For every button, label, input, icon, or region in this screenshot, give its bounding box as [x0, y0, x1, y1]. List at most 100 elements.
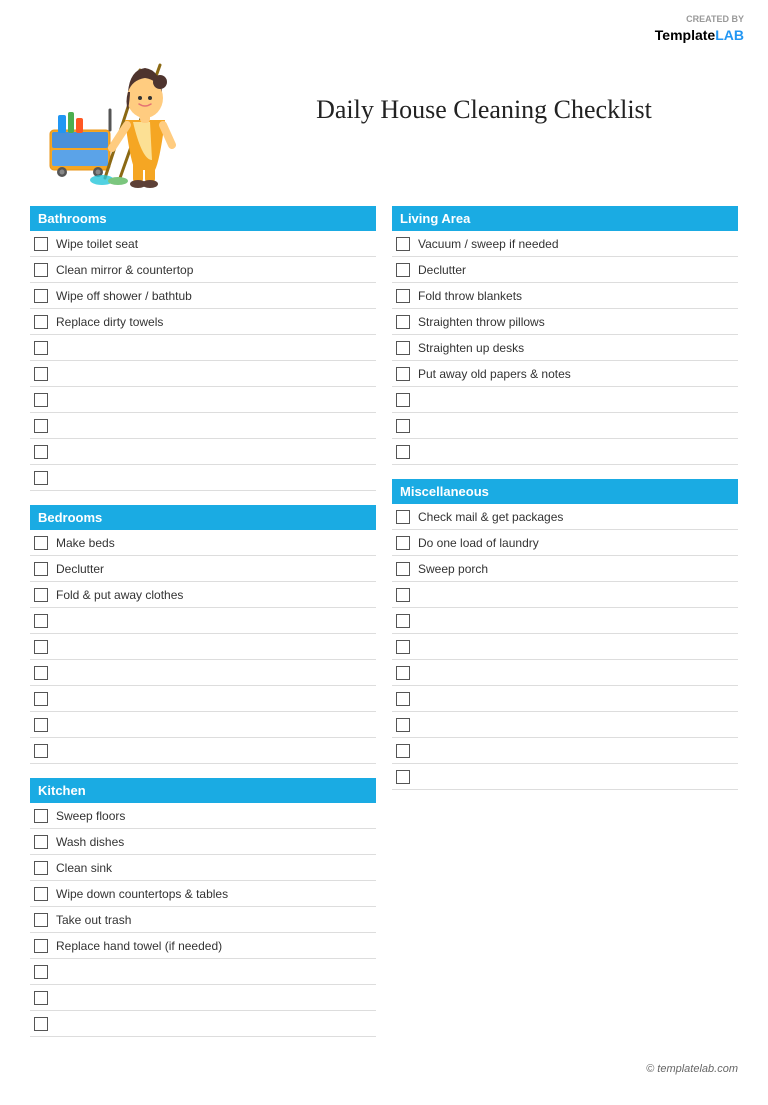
- checklist-row: Sweep floors: [30, 803, 376, 829]
- checklist-row: Straighten throw pillows: [392, 309, 738, 335]
- checklist-row: [392, 413, 738, 439]
- row-text: Make beds: [56, 536, 372, 550]
- checkbox[interactable]: [396, 341, 410, 355]
- checkbox[interactable]: [34, 835, 48, 849]
- section-header-living-area: Living Area: [392, 206, 738, 231]
- checkbox[interactable]: [34, 1017, 48, 1031]
- checklist-row: [30, 361, 376, 387]
- checkbox[interactable]: [396, 692, 410, 706]
- checkbox[interactable]: [396, 510, 410, 524]
- checkbox[interactable]: [34, 809, 48, 823]
- checkbox[interactable]: [34, 965, 48, 979]
- checkbox[interactable]: [396, 588, 410, 602]
- checkbox[interactable]: [34, 692, 48, 706]
- section-header-miscellaneous: Miscellaneous: [392, 479, 738, 504]
- checklist-row: Put away old papers & notes: [392, 361, 738, 387]
- checklist-row: [30, 660, 376, 686]
- checklist-row: [30, 608, 376, 634]
- section-header-bedrooms: Bedrooms: [30, 505, 376, 530]
- checkbox[interactable]: [34, 913, 48, 927]
- checklist-row: [30, 985, 376, 1011]
- checklist-grid: BathroomsWipe toilet seatClean mirror & …: [30, 206, 738, 1051]
- row-text: Take out trash: [56, 913, 372, 927]
- row-text: Fold & put away clothes: [56, 588, 372, 602]
- checkbox[interactable]: [396, 445, 410, 459]
- checkbox[interactable]: [34, 237, 48, 251]
- row-text: Wipe off shower / bathtub: [56, 289, 372, 303]
- row-text: Put away old papers & notes: [418, 367, 734, 381]
- checkbox[interactable]: [34, 939, 48, 953]
- checkbox[interactable]: [34, 289, 48, 303]
- row-text: Clean sink: [56, 861, 372, 875]
- row-text: Wash dishes: [56, 835, 372, 849]
- checkbox[interactable]: [34, 445, 48, 459]
- row-text: Straighten up desks: [418, 341, 734, 355]
- checkbox[interactable]: [34, 991, 48, 1005]
- checklist-row: [392, 764, 738, 790]
- checkbox[interactable]: [34, 393, 48, 407]
- checklist-row: [392, 738, 738, 764]
- row-text: Replace hand towel (if needed): [56, 939, 372, 953]
- checklist-row: Declutter: [392, 257, 738, 283]
- row-text: Do one load of laundry: [418, 536, 734, 550]
- checkbox[interactable]: [396, 289, 410, 303]
- checklist-row: [30, 387, 376, 413]
- checkbox[interactable]: [396, 419, 410, 433]
- checkbox[interactable]: [396, 614, 410, 628]
- checkbox[interactable]: [34, 341, 48, 355]
- section-header-bathrooms: Bathrooms: [30, 206, 376, 231]
- checkbox[interactable]: [396, 562, 410, 576]
- title-area: Daily House Cleaning Checklist: [210, 95, 738, 125]
- checkbox[interactable]: [34, 315, 48, 329]
- checklist-row: [392, 582, 738, 608]
- checkbox[interactable]: [34, 666, 48, 680]
- checklist-row: [392, 686, 738, 712]
- checklist-row: Take out trash: [30, 907, 376, 933]
- checklist-row: Wash dishes: [30, 829, 376, 855]
- checkbox[interactable]: [396, 315, 410, 329]
- checkbox[interactable]: [34, 562, 48, 576]
- row-text: Vacuum / sweep if needed: [418, 237, 734, 251]
- row-text: Sweep porch: [418, 562, 734, 576]
- checkbox[interactable]: [396, 536, 410, 550]
- section-header-kitchen: Kitchen: [30, 778, 376, 803]
- checklist-row: [30, 439, 376, 465]
- checkbox[interactable]: [396, 718, 410, 732]
- checkbox[interactable]: [396, 393, 410, 407]
- checkbox[interactable]: [34, 887, 48, 901]
- checkbox[interactable]: [34, 718, 48, 732]
- checklist-row: [392, 439, 738, 465]
- checklist-row: Make beds: [30, 530, 376, 556]
- checkbox[interactable]: [34, 536, 48, 550]
- checklist-row: Wipe down countertops & tables: [30, 881, 376, 907]
- checklist-row: [30, 465, 376, 491]
- checkbox[interactable]: [34, 471, 48, 485]
- checklist-row: [30, 413, 376, 439]
- checkbox[interactable]: [34, 744, 48, 758]
- checkbox[interactable]: [396, 744, 410, 758]
- checkbox[interactable]: [396, 263, 410, 277]
- checklist-row: Fold throw blankets: [392, 283, 738, 309]
- section-bathrooms: BathroomsWipe toilet seatClean mirror & …: [30, 206, 376, 491]
- checkbox[interactable]: [34, 640, 48, 654]
- checkbox[interactable]: [34, 614, 48, 628]
- checkbox[interactable]: [396, 640, 410, 654]
- checkbox[interactable]: [396, 237, 410, 251]
- column-left: BathroomsWipe toilet seatClean mirror & …: [30, 206, 376, 1051]
- checklist-row: Fold & put away clothes: [30, 582, 376, 608]
- checklist-row: Declutter: [30, 556, 376, 582]
- checkbox[interactable]: [34, 419, 48, 433]
- checkbox[interactable]: [34, 263, 48, 277]
- checkbox[interactable]: [34, 588, 48, 602]
- checklist-row: [392, 660, 738, 686]
- checkbox[interactable]: [34, 861, 48, 875]
- illustration: [30, 30, 210, 190]
- checkbox[interactable]: [34, 367, 48, 381]
- checkbox[interactable]: [396, 666, 410, 680]
- checklist-row: Wipe toilet seat: [30, 231, 376, 257]
- checkbox[interactable]: [396, 367, 410, 381]
- checklist-row: [30, 738, 376, 764]
- checklist-row: [392, 608, 738, 634]
- section-kitchen: KitchenSweep floors Wash dishes Clean sink…: [30, 778, 376, 1037]
- checkbox[interactable]: [396, 770, 410, 784]
